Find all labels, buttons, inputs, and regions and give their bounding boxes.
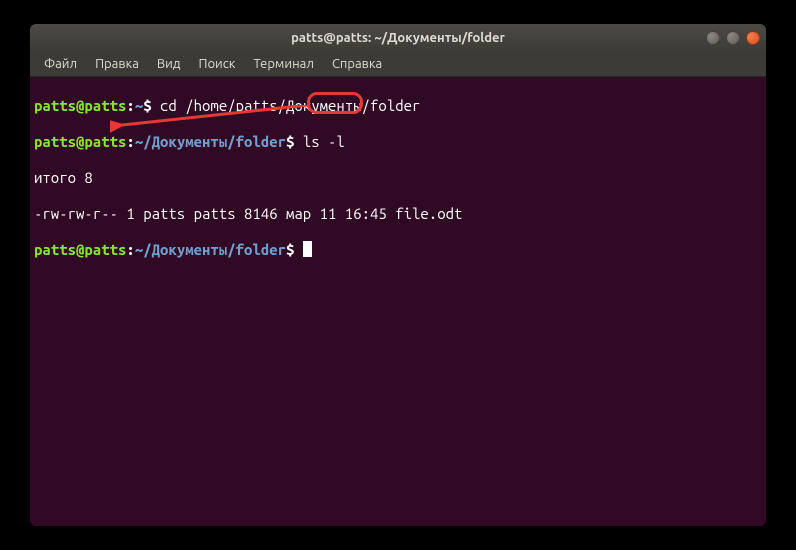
minimize-button[interactable] (706, 31, 720, 45)
close-button[interactable] (746, 31, 760, 45)
command-text: cd /home/patts/Документы/folder (160, 97, 420, 114)
window-title: patts@patts: ~/Документы/folder (291, 31, 505, 45)
command-text (152, 97, 160, 114)
terminal-line: patts@patts:~$ cd /home/patts/Документы/… (34, 97, 762, 115)
menu-help[interactable]: Справка (324, 55, 390, 73)
maximize-button[interactable] (726, 31, 740, 45)
terminal-body[interactable]: patts@patts:~$ cd /home/patts/Документы/… (30, 77, 766, 526)
menubar: Файл Правка Вид Поиск Терминал Справка (30, 52, 766, 77)
window-controls (706, 31, 760, 45)
terminal-window: patts@patts: ~/Документы/folder Файл Пра… (30, 24, 766, 526)
output-line: -rw-rw-r-- 1 patts patts 8146 мар 11 16:… (34, 205, 762, 223)
menu-search[interactable]: Поиск (190, 55, 243, 73)
command-text: ls -l (303, 133, 345, 150)
prompt-user-host: patts@patts (34, 133, 126, 150)
prompt-path: ~/Документы/folder (135, 241, 286, 258)
prompt-path: ~ (135, 97, 143, 114)
menu-view[interactable]: Вид (149, 55, 189, 73)
menu-terminal[interactable]: Терминал (245, 55, 321, 73)
menu-file[interactable]: Файл (36, 55, 85, 73)
prompt-user-host: patts@patts (34, 97, 126, 114)
prompt-path: ~/Документы/folder (135, 133, 286, 150)
prompt-user-host: patts@patts (34, 241, 126, 258)
terminal-line: patts@patts:~/Документы/folder$ (34, 241, 762, 259)
output-line: итого 8 (34, 169, 762, 187)
terminal-line: patts@patts:~/Документы/folder$ ls -l (34, 133, 762, 151)
titlebar[interactable]: patts@patts: ~/Документы/folder (30, 24, 766, 52)
menu-edit[interactable]: Правка (87, 55, 147, 73)
prompt-symbol: $ (143, 97, 151, 114)
cursor (303, 241, 312, 257)
